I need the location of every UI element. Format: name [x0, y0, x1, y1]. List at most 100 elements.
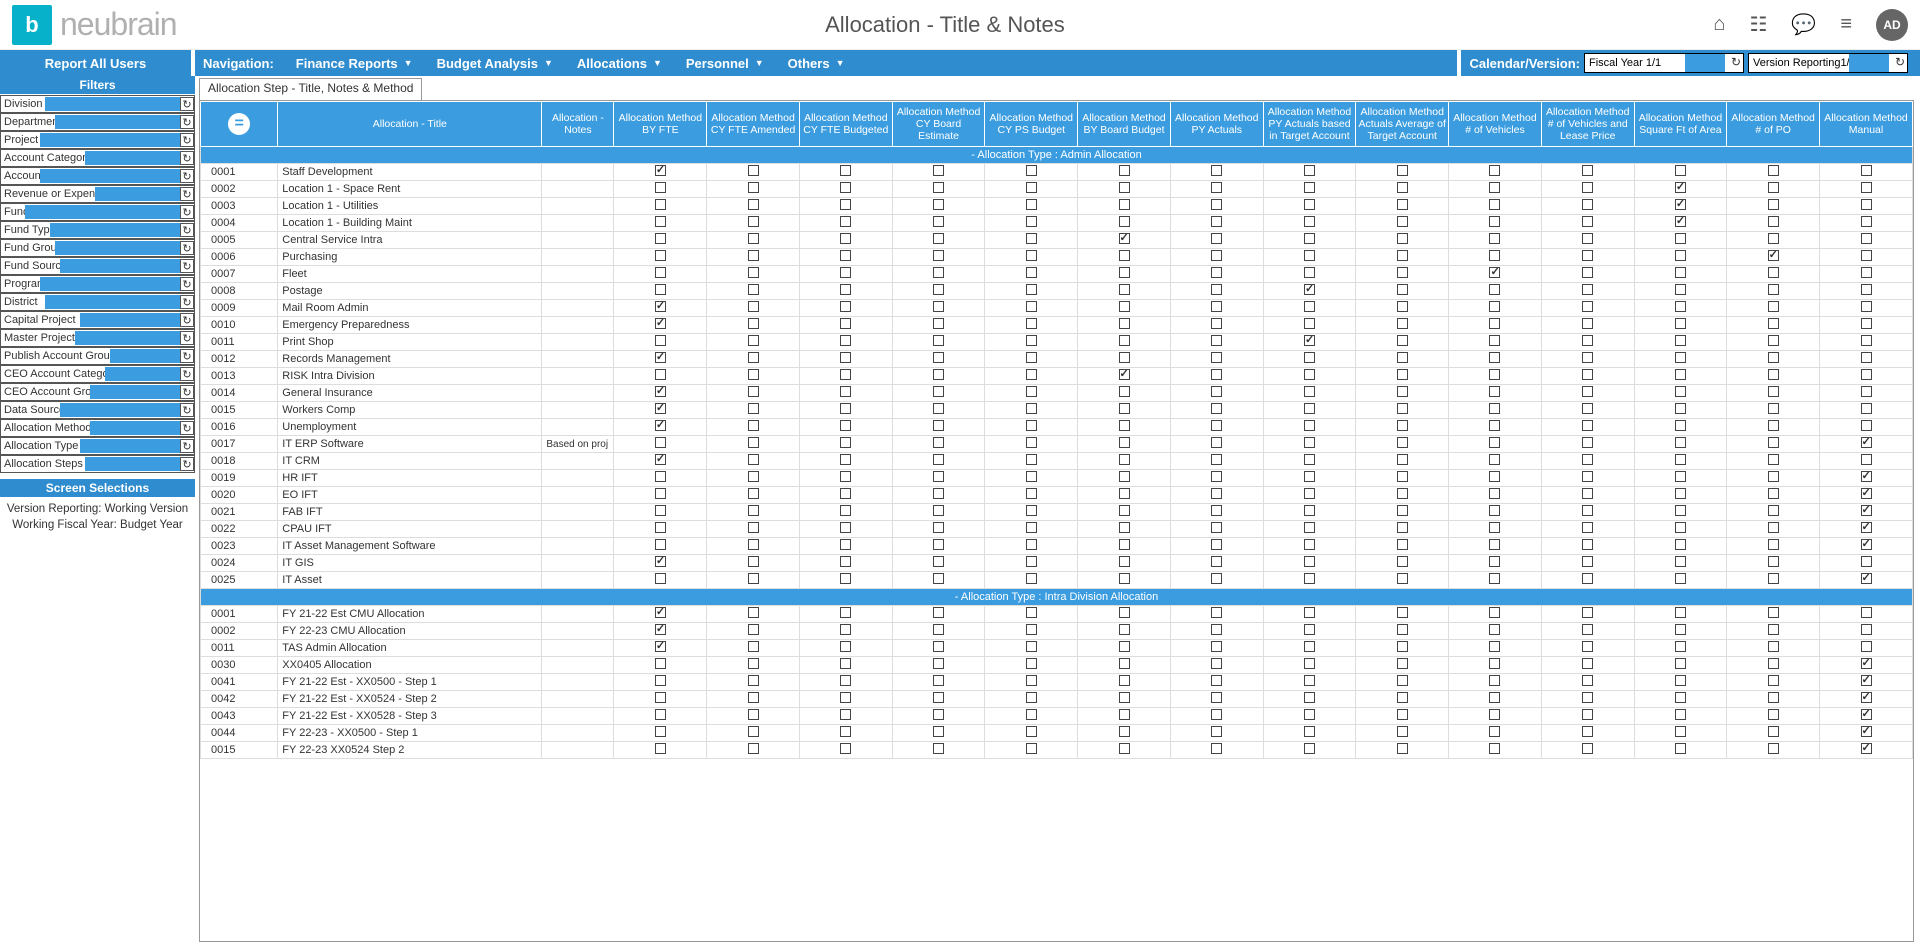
cell-checkbox[interactable] — [707, 436, 800, 453]
checkbox-icon[interactable] — [1026, 318, 1037, 329]
cell-title[interactable]: Fleet — [278, 266, 542, 283]
cell-checkbox[interactable] — [1541, 640, 1634, 657]
cell-checkbox[interactable] — [1634, 487, 1727, 504]
checkbox-icon[interactable] — [1489, 182, 1500, 193]
checkbox-icon[interactable] — [1675, 216, 1686, 227]
checkbox-icon[interactable] — [1211, 607, 1222, 618]
cell-title[interactable]: IT GIS — [278, 555, 542, 572]
checkbox-icon[interactable] — [1119, 403, 1130, 414]
cell-checkbox[interactable] — [1078, 215, 1171, 232]
checkbox-icon[interactable] — [655, 743, 666, 754]
cell-checkbox[interactable] — [892, 351, 985, 368]
cell-checkbox[interactable] — [1263, 470, 1356, 487]
checkbox-icon[interactable] — [1861, 624, 1872, 635]
cell-checkbox[interactable] — [985, 351, 1078, 368]
cell-checkbox[interactable] — [1170, 436, 1263, 453]
checkbox-icon[interactable] — [1119, 437, 1130, 448]
checkbox-icon[interactable] — [1119, 624, 1130, 635]
checkbox-icon[interactable] — [748, 641, 759, 652]
checkbox-icon[interactable] — [933, 284, 944, 295]
checkbox-icon[interactable] — [1304, 335, 1315, 346]
checkbox-icon[interactable] — [840, 505, 851, 516]
checkbox-icon[interactable] — [840, 318, 851, 329]
filter-item[interactable]: Allocation Method14/14 — [0, 419, 195, 437]
checkbox-icon[interactable] — [1582, 522, 1593, 533]
cell-title[interactable]: Location 1 - Utilities — [278, 198, 542, 215]
cell-checkbox[interactable] — [707, 351, 800, 368]
checkbox-icon[interactable] — [748, 488, 759, 499]
cell-checkbox[interactable] — [892, 453, 985, 470]
cell-checkbox[interactable] — [1541, 470, 1634, 487]
cell-checkbox[interactable] — [1356, 164, 1449, 181]
checkbox-icon[interactable] — [840, 301, 851, 312]
cell-checkbox[interactable] — [1541, 232, 1634, 249]
chat-icon[interactable]: 💬 — [1791, 12, 1816, 37]
checkbox-icon[interactable] — [840, 437, 851, 448]
cell-notes[interactable] — [542, 198, 614, 215]
cell-checkbox[interactable] — [1170, 708, 1263, 725]
checkbox-icon[interactable] — [840, 709, 851, 720]
cell-checkbox[interactable] — [1356, 283, 1449, 300]
checkbox-icon[interactable] — [1304, 386, 1315, 397]
checkbox-icon[interactable] — [1119, 318, 1130, 329]
checkbox-icon[interactable] — [1489, 165, 1500, 176]
cell-checkbox[interactable] — [799, 691, 892, 708]
cell-checkbox[interactable] — [707, 266, 800, 283]
cell-title[interactable]: TAS Admin Allocation — [278, 640, 542, 657]
filter-item[interactable]: Allocation Type2/2 — [0, 437, 195, 455]
checkbox-icon[interactable] — [840, 573, 851, 584]
checkbox-icon[interactable] — [1675, 471, 1686, 482]
cell-checkbox[interactable] — [799, 249, 892, 266]
cell-checkbox[interactable] — [1449, 198, 1542, 215]
cell-title[interactable]: IT Asset — [278, 572, 542, 589]
cell-notes[interactable] — [542, 504, 614, 521]
checkbox-icon[interactable] — [1582, 233, 1593, 244]
cell-checkbox[interactable] — [1170, 657, 1263, 674]
cell-checkbox[interactable] — [1727, 742, 1820, 759]
filter-item[interactable]: Publish Account Group3/3 — [0, 347, 195, 365]
checkbox-icon[interactable] — [1026, 403, 1037, 414]
cell-checkbox[interactable] — [1727, 674, 1820, 691]
checkbox-icon[interactable] — [1397, 709, 1408, 720]
checkbox-icon[interactable] — [1026, 165, 1037, 176]
checkbox-icon[interactable] — [655, 437, 666, 448]
checkbox-icon[interactable] — [1768, 352, 1779, 363]
refresh-icon[interactable] — [180, 223, 194, 237]
cell-checkbox[interactable] — [1263, 351, 1356, 368]
cell-checkbox[interactable] — [614, 453, 707, 470]
checkbox-icon[interactable] — [1489, 556, 1500, 567]
checkbox-icon[interactable] — [1582, 454, 1593, 465]
checkbox-icon[interactable] — [1211, 505, 1222, 516]
checkbox-icon[interactable] — [1397, 556, 1408, 567]
checkbox-icon[interactable] — [840, 165, 851, 176]
checkbox-icon[interactable] — [1304, 352, 1315, 363]
checkbox-icon[interactable] — [748, 284, 759, 295]
cell-checkbox[interactable] — [1263, 198, 1356, 215]
cell-checkbox[interactable] — [1634, 368, 1727, 385]
cell-checkbox[interactable] — [614, 266, 707, 283]
cell-checkbox[interactable] — [1727, 640, 1820, 657]
checkbox-icon[interactable] — [1768, 624, 1779, 635]
checkbox-icon[interactable] — [748, 165, 759, 176]
cell-title[interactable]: Location 1 - Building Maint — [278, 215, 542, 232]
checkbox-icon[interactable] — [1582, 556, 1593, 567]
cell-checkbox[interactable] — [1634, 555, 1727, 572]
refresh-icon[interactable] — [180, 403, 194, 417]
checkbox-icon[interactable] — [840, 641, 851, 652]
cell-checkbox[interactable] — [1634, 453, 1727, 470]
cell-checkbox[interactable] — [1263, 742, 1356, 759]
cell-checkbox[interactable] — [1634, 708, 1727, 725]
checkbox-icon[interactable] — [1489, 267, 1500, 278]
checkbox-icon[interactable] — [1397, 199, 1408, 210]
cell-checkbox[interactable] — [892, 623, 985, 640]
cell-checkbox[interactable] — [1078, 674, 1171, 691]
cell-checkbox[interactable] — [985, 164, 1078, 181]
checkbox-icon[interactable] — [1026, 709, 1037, 720]
cell-checkbox[interactable] — [1541, 674, 1634, 691]
filter-item[interactable]: Program26/26 — [0, 275, 195, 293]
checkbox-icon[interactable] — [840, 675, 851, 686]
cell-checkbox[interactable] — [1634, 249, 1727, 266]
checkbox-icon[interactable] — [1397, 284, 1408, 295]
checkbox-icon[interactable] — [1582, 675, 1593, 686]
cell-checkbox[interactable] — [892, 470, 985, 487]
